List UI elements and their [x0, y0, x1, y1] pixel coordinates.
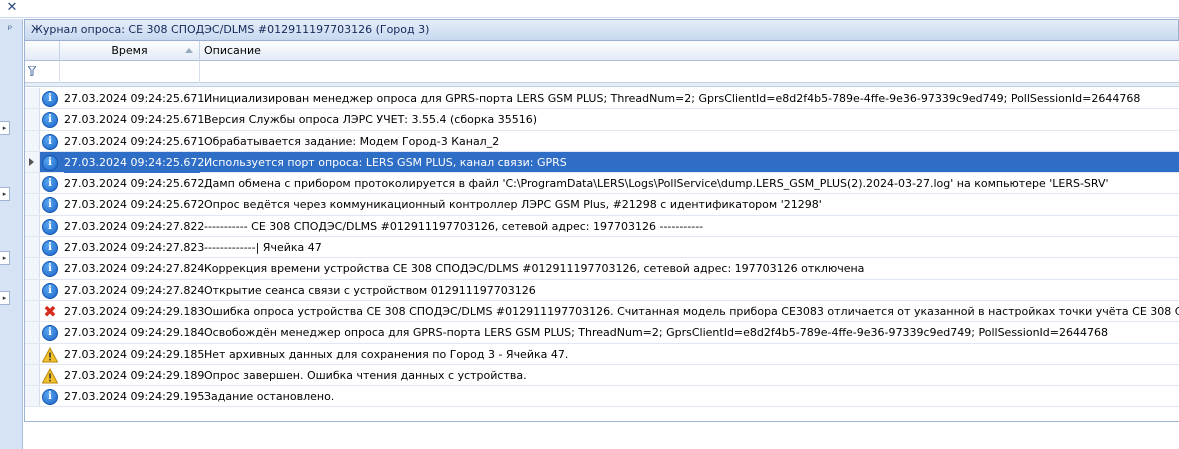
sort-ascending-icon	[185, 48, 193, 53]
row-indicator[interactable]	[25, 322, 40, 343]
row-description: Дамп обмена с прибором протоколируется в…	[204, 177, 1109, 191]
filter-indicator	[25, 61, 60, 83]
row-description: Опрос завершен. Ошибка чтения данных с у…	[204, 368, 527, 382]
info-icon: i	[42, 176, 58, 193]
row-description: Версия Службы опроса ЛЭРС УЧЕТ: 3.55.4 (…	[204, 113, 537, 127]
info-icon: i	[42, 91, 58, 107]
row-time: 27.03.2024 09:24:29.185	[64, 347, 205, 361]
row-indicator[interactable]	[25, 258, 40, 279]
row-indicator[interactable]	[25, 215, 40, 237]
row-indicator[interactable]	[25, 237, 40, 258]
row-time: 27.03.2024 09:24:25.672	[64, 198, 205, 212]
info-icon: i	[42, 389, 58, 406]
info-icon: i	[42, 112, 58, 129]
info-icon: i	[42, 261, 58, 278]
row-time: 27.03.2024 09:24:27.824	[64, 262, 205, 276]
column-header-time[interactable]: Время	[60, 41, 200, 61]
panel-title: Журнал опроса: СЕ 308 СПОДЭС/DLMS #01291…	[24, 19, 1179, 41]
log-grid: Время Описание i 27.03.2024 09:24:25.671 И…	[24, 41, 1179, 421]
table-row[interactable]: i 27.03.2024 09:24:25.672 Используется пор…	[25, 151, 1179, 174]
left-dock-rail: ᵖ ▸ ▸ ▸ ▸	[0, 19, 23, 449]
row-description: Используется порт опроса: LERS GSM PLUS,…	[204, 155, 567, 169]
row-indicator[interactable]	[25, 109, 40, 130]
row-indicator[interactable]	[25, 88, 40, 109]
warning-icon	[42, 367, 58, 384]
row-description: Инициализирован менеджер опроса для GPRS…	[204, 92, 1141, 105]
table-row[interactable]: 27.03.2024 09:24:29.189 Опрос завершен. О…	[25, 364, 1179, 387]
row-indicator[interactable]	[25, 279, 40, 300]
row-description: -------------| Ячейка 47	[204, 241, 322, 255]
info-icon: i	[42, 325, 58, 342]
dock-expand-button-1[interactable]: ▸	[0, 121, 10, 135]
table-row[interactable]: i 27.03.2024 09:24:27.824 Коррекция времен…	[25, 258, 1179, 280]
dock-expand-button-4[interactable]: ▸	[0, 291, 10, 305]
table-row[interactable]: i 27.03.2024 09:24:27.824 Открытие сеанса …	[25, 279, 1179, 301]
table-row[interactable]: i 27.03.2024 09:24:25.671 Инициализирован …	[25, 88, 1179, 110]
filter-funnel-icon[interactable]	[28, 66, 36, 76]
filter-separator	[25, 83, 1179, 87]
row-time: 27.03.2024 09:24:27.824	[64, 283, 205, 297]
table-row[interactable]: i 27.03.2024 09:24:25.671 Версия Службы оп…	[25, 109, 1179, 131]
row-indicator[interactable]	[25, 343, 40, 364]
row-time: 27.03.2024 09:24:25.672	[64, 177, 205, 191]
table-row[interactable]: i 27.03.2024 09:24:27.822 ----------- СЕ 3…	[25, 215, 1179, 238]
grid-bottom-border	[24, 421, 1179, 422]
table-row[interactable]: ✖ 27.03.2024 09:24:29.183 Ошибка опроса ус…	[25, 300, 1179, 323]
row-time: 27.03.2024 09:24:29.195	[64, 390, 205, 404]
row-time: 27.03.2024 09:24:29.183	[64, 304, 205, 318]
close-icon[interactable]: ✕	[5, 1, 19, 15]
row-time: 27.03.2024 09:24:25.671	[64, 92, 205, 105]
info-icon: i	[42, 218, 58, 235]
row-description: Открытие сеанса связи с устройством 0129…	[204, 283, 536, 297]
filter-cell-time[interactable]	[60, 61, 200, 83]
row-description: Задание остановлено.	[204, 390, 335, 404]
row-time: 27.03.2024 09:24:25.671	[64, 113, 205, 127]
row-description: Коррекция времени устройства СЕ 308 СПОД…	[204, 262, 865, 276]
column-header-time-label: Время	[111, 44, 148, 57]
info-icon: i	[42, 197, 58, 214]
grid-header: Время Описание	[25, 41, 1179, 61]
header-indicator	[25, 41, 60, 61]
row-indicator[interactable]	[25, 300, 40, 322]
row-indicator[interactable]	[25, 386, 40, 407]
table-row[interactable]: i 27.03.2024 09:24:29.184 Освобождён менед…	[25, 322, 1179, 344]
table-row[interactable]: i 27.03.2024 09:24:27.823 -------------| Я…	[25, 237, 1179, 259]
info-icon: i	[42, 133, 58, 150]
table-row[interactable]: i 27.03.2024 09:24:25.672 Дамп обмена с пр…	[25, 173, 1179, 195]
row-description: ----------- СЕ 308 СПОДЭС/DLMS #01291119…	[204, 219, 704, 233]
row-time: 27.03.2024 09:24:27.823	[64, 241, 205, 255]
row-description: Опрос ведётся через коммуникационный кон…	[204, 198, 822, 212]
info-icon: i	[42, 282, 58, 299]
row-description: Обрабатывается задание: Модем Город-3 Ка…	[204, 134, 500, 148]
table-row[interactable]: 27.03.2024 09:24:29.185 Нет архивных данн…	[25, 343, 1179, 365]
row-description: Освобождён менеджер опроса для GPRS-порт…	[204, 326, 1108, 340]
log-rows: i 27.03.2024 09:24:25.671 Инициализирован …	[25, 88, 1179, 408]
dock-expand-button-3[interactable]: ▸	[0, 251, 10, 265]
row-description: Ошибка опроса устройства СЕ 308 СПОДЭС/D…	[204, 304, 1179, 318]
pin-icon[interactable]: ᵖ	[3, 23, 17, 37]
table-row[interactable]: i 27.03.2024 09:24:25.672 Опрос ведётся че…	[25, 194, 1179, 216]
row-indicator[interactable]	[25, 173, 40, 194]
row-time: 27.03.2024 09:24:25.671	[64, 134, 205, 148]
row-indicator[interactable]	[25, 130, 40, 151]
poll-log-panel: Журнал опроса: СЕ 308 СПОДЭС/DLMS #01291…	[24, 19, 1179, 449]
row-time: 27.03.2024 09:24:29.184	[64, 326, 205, 340]
table-row[interactable]: i 27.03.2024 09:24:25.671 Обрабатывается з…	[25, 130, 1179, 152]
row-time: 27.03.2024 09:24:27.822	[64, 219, 205, 233]
filter-row	[25, 61, 1179, 83]
dock-expand-button-2[interactable]: ▸	[0, 187, 10, 201]
top-strip: ✕	[0, 0, 1179, 18]
info-icon: i	[42, 154, 58, 171]
info-icon: i	[42, 240, 58, 257]
error-icon: ✖	[43, 301, 57, 321]
column-header-description[interactable]: Описание	[200, 41, 1179, 61]
row-description: Нет архивных данных для сохранения по Го…	[204, 347, 569, 361]
row-time: 27.03.2024 09:24:29.189	[64, 368, 205, 382]
row-indicator[interactable]	[25, 364, 40, 386]
row-time: 27.03.2024 09:24:25.672	[64, 151, 204, 173]
row-indicator-current[interactable]	[25, 151, 40, 173]
row-indicator[interactable]	[25, 194, 40, 215]
table-row[interactable]: i 27.03.2024 09:24:29.195 Задание остановл…	[25, 386, 1179, 408]
warning-icon	[42, 346, 58, 363]
